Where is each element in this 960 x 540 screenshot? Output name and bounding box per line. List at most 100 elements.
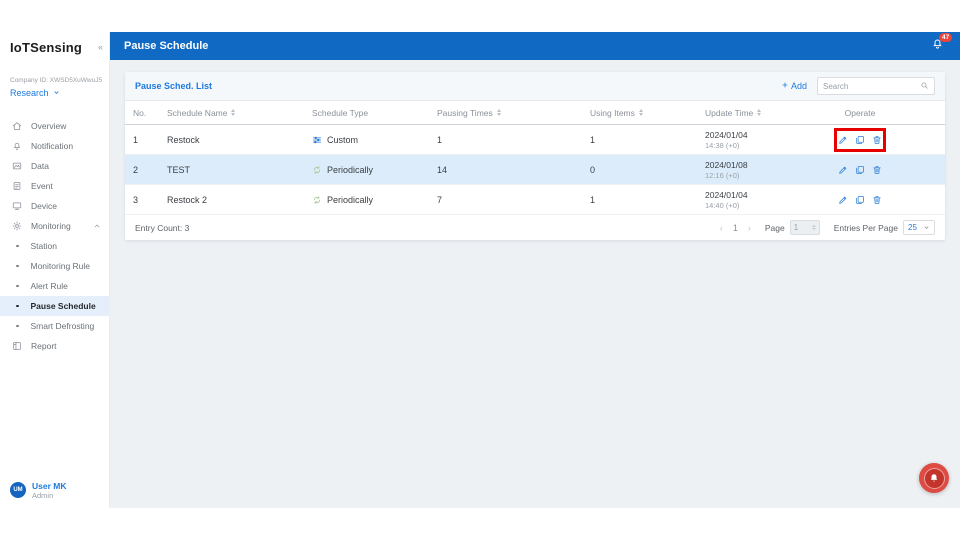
user-name: User MK bbox=[32, 481, 66, 491]
table-row[interactable]: 3 Restock 2 Periodically 7 1 2024/01/04 … bbox=[125, 185, 945, 215]
device-icon bbox=[12, 201, 22, 211]
cell-pausing-times: 14 bbox=[437, 165, 590, 175]
cell-operate bbox=[817, 195, 903, 205]
cell-operate bbox=[817, 135, 903, 145]
sidebar-item-station[interactable]: Station bbox=[0, 236, 109, 256]
entry-count: Entry Count: 3 bbox=[135, 223, 189, 233]
delete-icon[interactable] bbox=[872, 135, 882, 145]
page-input[interactable]: 1 bbox=[790, 220, 820, 235]
home-icon bbox=[12, 121, 22, 131]
user-role: Admin bbox=[32, 491, 66, 500]
column-header-update-time[interactable]: Update Time bbox=[705, 108, 817, 118]
cell-using-items: 1 bbox=[590, 195, 705, 205]
bell-icon bbox=[12, 141, 22, 151]
sidebar-item-pause-schedule[interactable]: Pause Schedule bbox=[0, 296, 109, 316]
cycle-icon bbox=[312, 195, 322, 205]
entries-per-page-select[interactable]: 25 bbox=[903, 220, 935, 235]
cell-no: 2 bbox=[133, 165, 167, 175]
sidebar-item-monitoring-rule[interactable]: Monitoring Rule bbox=[0, 256, 109, 276]
cell-pausing-times: 7 bbox=[437, 195, 590, 205]
sidebar-item-notification[interactable]: Notification bbox=[0, 136, 109, 156]
sort-icon[interactable] bbox=[757, 109, 761, 116]
sort-icon[interactable] bbox=[497, 109, 501, 116]
edit-icon[interactable] bbox=[838, 135, 848, 145]
chevron-down-icon bbox=[53, 88, 60, 98]
sidebar-item-alert-rule[interactable]: Alert Rule bbox=[0, 276, 109, 296]
page-title: Pause Schedule bbox=[124, 40, 208, 52]
search-icon bbox=[920, 77, 929, 95]
notifications-button[interactable]: 47 bbox=[931, 37, 944, 55]
cell-schedule-name: Restock bbox=[167, 135, 312, 145]
workspace-name: Research bbox=[10, 88, 49, 98]
delete-icon[interactable] bbox=[872, 195, 882, 205]
sidebar-item-smart-defrosting[interactable]: Smart Defrosting bbox=[0, 316, 109, 336]
pagination: ‹ 1 › bbox=[720, 223, 751, 233]
data-icon bbox=[12, 161, 22, 171]
cell-no: 3 bbox=[133, 195, 167, 205]
sidebar-menu: Overview Notification Data Event Device … bbox=[0, 116, 109, 356]
sidebar-item-event[interactable]: Event bbox=[0, 176, 109, 196]
brand-logo: IoTSensing bbox=[10, 40, 82, 55]
search-box[interactable] bbox=[817, 77, 935, 95]
report-icon bbox=[12, 341, 22, 351]
pause-schedule-card: Pause Sched. List Add No.Schedule NameSc… bbox=[125, 72, 945, 240]
column-header-no-: No. bbox=[133, 108, 167, 118]
plus-icon bbox=[781, 81, 789, 91]
table-body: 1 Restock Custom 1 1 2024/01/04 14:38 (+… bbox=[125, 125, 945, 215]
gear-icon bbox=[12, 221, 22, 231]
prev-page-icon[interactable]: ‹ bbox=[720, 223, 723, 233]
search-input[interactable] bbox=[823, 82, 920, 91]
add-button[interactable]: Add bbox=[781, 81, 807, 91]
chevron-down-icon bbox=[923, 223, 930, 233]
cell-schedule-type: Periodically bbox=[312, 195, 437, 205]
alarm-floating-button[interactable] bbox=[919, 463, 949, 493]
sidebar-item-monitoring[interactable]: Monitoring bbox=[0, 216, 109, 236]
page-number[interactable]: 1 bbox=[733, 223, 738, 233]
cycle-icon bbox=[312, 165, 322, 175]
cell-using-items: 1 bbox=[590, 135, 705, 145]
column-header-using-items[interactable]: Using Items bbox=[590, 108, 705, 118]
main-area: Pause Schedule 47 Pause Sched. List Add bbox=[110, 32, 960, 508]
column-header-operate: Operate bbox=[817, 108, 903, 118]
cell-no: 1 bbox=[133, 135, 167, 145]
edit-icon[interactable] bbox=[838, 165, 848, 175]
cell-operate bbox=[817, 165, 903, 175]
column-header-schedule-name[interactable]: Schedule Name bbox=[167, 108, 312, 118]
edit-icon[interactable] bbox=[838, 195, 848, 205]
sliders-icon bbox=[312, 135, 322, 145]
next-page-icon[interactable]: › bbox=[748, 223, 751, 233]
cell-schedule-type: Custom bbox=[312, 135, 437, 145]
event-icon bbox=[12, 181, 22, 191]
cell-schedule-name: TEST bbox=[167, 165, 312, 175]
user-profile[interactable]: UM User MK Admin bbox=[10, 481, 66, 500]
copy-icon[interactable] bbox=[855, 195, 865, 205]
sidebar-item-overview[interactable]: Overview bbox=[0, 116, 109, 136]
workspace-selector[interactable]: Research bbox=[0, 84, 109, 98]
copy-icon[interactable] bbox=[855, 135, 865, 145]
sidebar-item-device[interactable]: Device bbox=[0, 196, 109, 216]
chevron-up-icon bbox=[93, 222, 101, 230]
sort-icon[interactable] bbox=[639, 109, 643, 116]
top-header: Pause Schedule 47 bbox=[110, 32, 960, 60]
cell-update-time: 2024/01/04 14:40 (+0) bbox=[705, 190, 817, 210]
entries-per-page-label: Entries Per Page bbox=[834, 223, 898, 233]
sidebar-item-report[interactable]: Report bbox=[0, 336, 109, 356]
cell-pausing-times: 1 bbox=[437, 135, 590, 145]
app-window: IoTSensing « Company ID: XWSD5XuWwuJ5 Re… bbox=[0, 32, 960, 508]
page-spinner-icon[interactable] bbox=[812, 225, 816, 230]
column-header-pausing-times[interactable]: Pausing Times bbox=[437, 108, 590, 118]
collapse-sidebar-icon[interactable]: « bbox=[98, 42, 103, 52]
sidebar: IoTSensing « Company ID: XWSD5XuWwuJ5 Re… bbox=[0, 32, 110, 508]
sidebar-item-data[interactable]: Data bbox=[0, 156, 109, 176]
sort-icon[interactable] bbox=[231, 109, 235, 116]
copy-icon[interactable] bbox=[855, 165, 865, 175]
delete-icon[interactable] bbox=[872, 165, 882, 175]
table-row[interactable]: 2 TEST Periodically 14 0 2024/01/08 12:1… bbox=[125, 155, 945, 185]
cell-using-items: 0 bbox=[590, 165, 705, 175]
table-footer: Entry Count: 3 ‹ 1 › Page 1 bbox=[125, 215, 945, 240]
cell-update-time: 2024/01/08 12:16 (+0) bbox=[705, 160, 817, 180]
column-header-schedule-type: Schedule Type bbox=[312, 108, 437, 118]
avatar: UM bbox=[10, 482, 26, 498]
table-row[interactable]: 1 Restock Custom 1 1 2024/01/04 14:38 (+… bbox=[125, 125, 945, 155]
page-label: Page bbox=[765, 223, 785, 233]
